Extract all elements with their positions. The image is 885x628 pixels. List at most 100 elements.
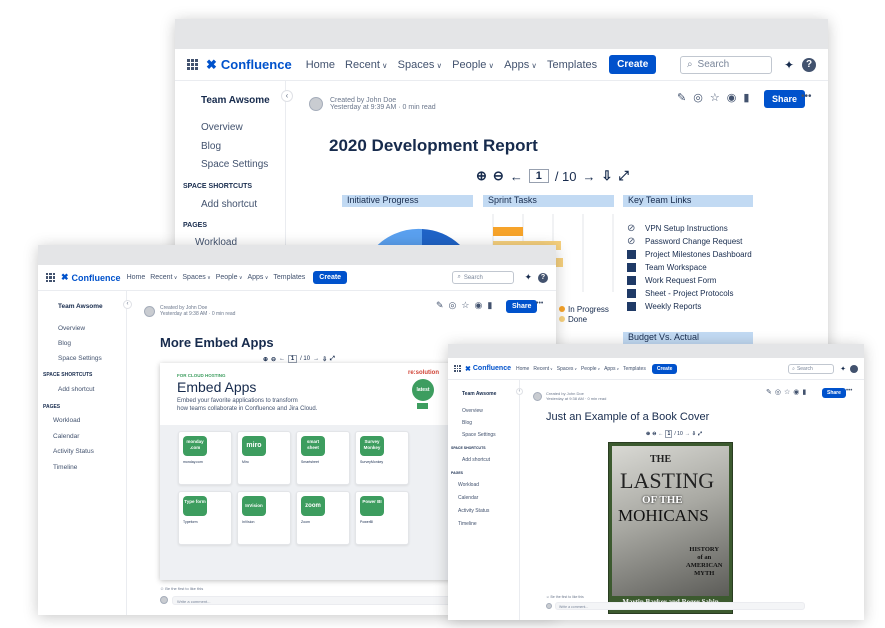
link-item[interactable]: Work Request Form bbox=[627, 274, 752, 287]
notifications-icon[interactable]: ✦ bbox=[840, 365, 846, 373]
app-card[interactable]: miro Miro bbox=[237, 431, 291, 485]
notifications-icon[interactable]: ✦ bbox=[524, 272, 532, 283]
sidebar-item-overview[interactable]: Overview bbox=[201, 122, 243, 133]
sidebar-item-timeline[interactable]: Timeline bbox=[53, 464, 77, 471]
share-button[interactable]: Share bbox=[506, 300, 538, 313]
star-icon[interactable]: ☆ bbox=[461, 300, 469, 311]
nav-apps[interactable]: Apps bbox=[504, 59, 537, 71]
space-name[interactable]: Team Awsome bbox=[58, 303, 103, 310]
app-switcher-icon[interactable] bbox=[46, 273, 55, 282]
create-button[interactable]: Create bbox=[651, 363, 678, 374]
fullscreen-icon[interactable]: ⤢ bbox=[698, 431, 702, 437]
download-icon[interactable]: ⇩ bbox=[602, 168, 613, 184]
confluence-logo[interactable]: ✖ Confluence bbox=[61, 272, 121, 283]
nav-spaces[interactable]: Spaces bbox=[557, 366, 577, 372]
avatar[interactable] bbox=[144, 305, 155, 317]
previous-page-icon[interactable]: ← bbox=[279, 356, 285, 362]
more-actions-icon[interactable]: ••• bbox=[536, 300, 543, 307]
watch-icon[interactable]: ◉ bbox=[474, 300, 482, 311]
app-card[interactable]: Survey Monkey SurveyMonkey bbox=[355, 431, 409, 485]
search-input[interactable]: ⌕ Search bbox=[679, 55, 772, 74]
create-button[interactable]: Create bbox=[609, 55, 657, 74]
zoom-in-icon[interactable]: ⊕ bbox=[263, 356, 268, 363]
create-button[interactable]: Create bbox=[313, 271, 348, 284]
link-item[interactable]: Team Workspace bbox=[627, 261, 752, 274]
sidebar-item-settings[interactable]: Space Settings bbox=[58, 355, 102, 362]
app-switcher-icon[interactable] bbox=[454, 365, 461, 372]
sidebar-item-calendar[interactable]: Calendar bbox=[53, 433, 79, 440]
sidebar-collapse-button[interactable]: ‹ bbox=[516, 388, 523, 395]
app-card[interactable]: Power BI PowerBI bbox=[355, 491, 409, 545]
add-shortcut-link[interactable]: Add shortcut bbox=[462, 457, 490, 463]
app-card[interactable]: monday .com monday.com bbox=[178, 431, 232, 485]
nav-recent[interactable]: Recent bbox=[345, 59, 388, 71]
zoom-in-icon[interactable]: ⊕ bbox=[476, 168, 487, 184]
sidebar-collapse-button[interactable]: ‹ bbox=[123, 300, 132, 309]
nav-people[interactable]: People bbox=[452, 59, 494, 71]
previous-page-icon[interactable]: ← bbox=[658, 431, 663, 437]
likes-text[interactable]: ☺ Be the first to like this bbox=[160, 586, 203, 591]
star-icon[interactable]: ☆ bbox=[710, 91, 720, 104]
restrictions-icon[interactable]: ▮ bbox=[487, 300, 492, 311]
nav-templates[interactable]: Templates bbox=[623, 366, 646, 372]
nav-apps[interactable]: Apps bbox=[604, 366, 619, 372]
comment-icon[interactable]: ◎ bbox=[775, 388, 781, 396]
add-shortcut-link[interactable]: Add shortcut bbox=[201, 199, 257, 210]
sidebar-item-calendar[interactable]: Calendar bbox=[458, 495, 478, 501]
likes-text[interactable]: ☺ Be the first to like this bbox=[546, 595, 584, 599]
sidebar-item-timeline[interactable]: Timeline bbox=[458, 521, 477, 527]
sidebar-collapse-button[interactable]: ‹ bbox=[281, 90, 293, 102]
zoom-out-icon[interactable]: ⊖ bbox=[652, 431, 656, 437]
fullscreen-icon[interactable]: ⤢ bbox=[618, 168, 628, 184]
nav-people[interactable]: People bbox=[216, 274, 243, 281]
watch-icon[interactable]: ◉ bbox=[793, 388, 799, 396]
next-page-icon[interactable]: → bbox=[583, 169, 596, 184]
nav-recent[interactable]: Recent bbox=[533, 366, 552, 372]
previous-page-icon[interactable]: ← bbox=[510, 169, 523, 184]
sidebar-item-settings[interactable]: Space Settings bbox=[462, 432, 496, 438]
nav-templates[interactable]: Templates bbox=[273, 274, 305, 281]
star-icon[interactable]: ☆ bbox=[784, 388, 790, 396]
comment-icon[interactable]: ◎ bbox=[693, 91, 703, 104]
nav-home[interactable]: Home bbox=[127, 274, 146, 281]
edit-icon[interactable]: ✎ bbox=[436, 300, 444, 311]
app-card[interactable]: zoom Zoom bbox=[296, 491, 350, 545]
sidebar-item-settings[interactable]: Space Settings bbox=[201, 159, 268, 170]
sidebar-item-workload[interactable]: Workload bbox=[53, 417, 80, 424]
more-actions-icon[interactable]: ••• bbox=[846, 388, 852, 394]
notifications-icon[interactable]: ✦ bbox=[784, 58, 794, 72]
restrictions-icon[interactable]: ▮ bbox=[802, 388, 806, 396]
search-input[interactable]: ⌕ Search bbox=[452, 271, 515, 284]
nav-apps[interactable]: Apps bbox=[247, 274, 268, 281]
download-icon[interactable]: ⇩ bbox=[322, 356, 327, 363]
link-item[interactable]: Project Milestones Dashboard bbox=[627, 248, 752, 261]
sidebar-item-activity-status[interactable]: Activity Status bbox=[53, 448, 94, 455]
add-shortcut-link[interactable]: Add shortcut bbox=[58, 386, 95, 393]
restrictions-icon[interactable]: ▮ bbox=[743, 91, 749, 104]
confluence-logo[interactable]: ✖ Confluence bbox=[465, 365, 511, 373]
confluence-logo[interactable]: ✖ Confluence bbox=[206, 57, 292, 73]
nav-templates[interactable]: Templates bbox=[547, 59, 597, 71]
zoom-out-icon[interactable]: ⊖ bbox=[493, 168, 504, 184]
edit-icon[interactable]: ✎ bbox=[677, 91, 686, 104]
nav-home[interactable]: Home bbox=[306, 59, 335, 71]
more-actions-icon[interactable]: ••• bbox=[801, 91, 812, 102]
next-page-icon[interactable]: → bbox=[313, 356, 319, 362]
help-icon[interactable] bbox=[850, 364, 858, 373]
app-card[interactable]: Type form Typeform bbox=[178, 491, 232, 545]
app-switcher-icon[interactable] bbox=[187, 59, 198, 70]
sidebar-item-activity-status[interactable]: Activity Status bbox=[458, 508, 489, 514]
link-item[interactable]: Sheet - Project Protocols bbox=[627, 287, 752, 300]
app-card[interactable]: InVision InVision bbox=[237, 491, 291, 545]
sidebar-item-blog[interactable]: Blog bbox=[201, 141, 221, 152]
zoom-out-icon[interactable]: ⊖ bbox=[271, 356, 276, 363]
help-icon[interactable]: ? bbox=[802, 57, 816, 72]
page-number-input[interactable]: 1 bbox=[665, 430, 673, 438]
sidebar-item-overview[interactable]: Overview bbox=[462, 408, 483, 414]
search-input[interactable]: ⌕ Search bbox=[788, 363, 835, 374]
zoom-in-icon[interactable]: ⊕ bbox=[646, 431, 650, 437]
link-item[interactable]: ⊘ VPN Setup Instructions bbox=[627, 222, 752, 235]
comment-input[interactable]: Write a comment... bbox=[555, 602, 805, 610]
page-number-input[interactable]: 1 bbox=[528, 169, 549, 183]
help-icon[interactable]: ? bbox=[538, 272, 548, 283]
